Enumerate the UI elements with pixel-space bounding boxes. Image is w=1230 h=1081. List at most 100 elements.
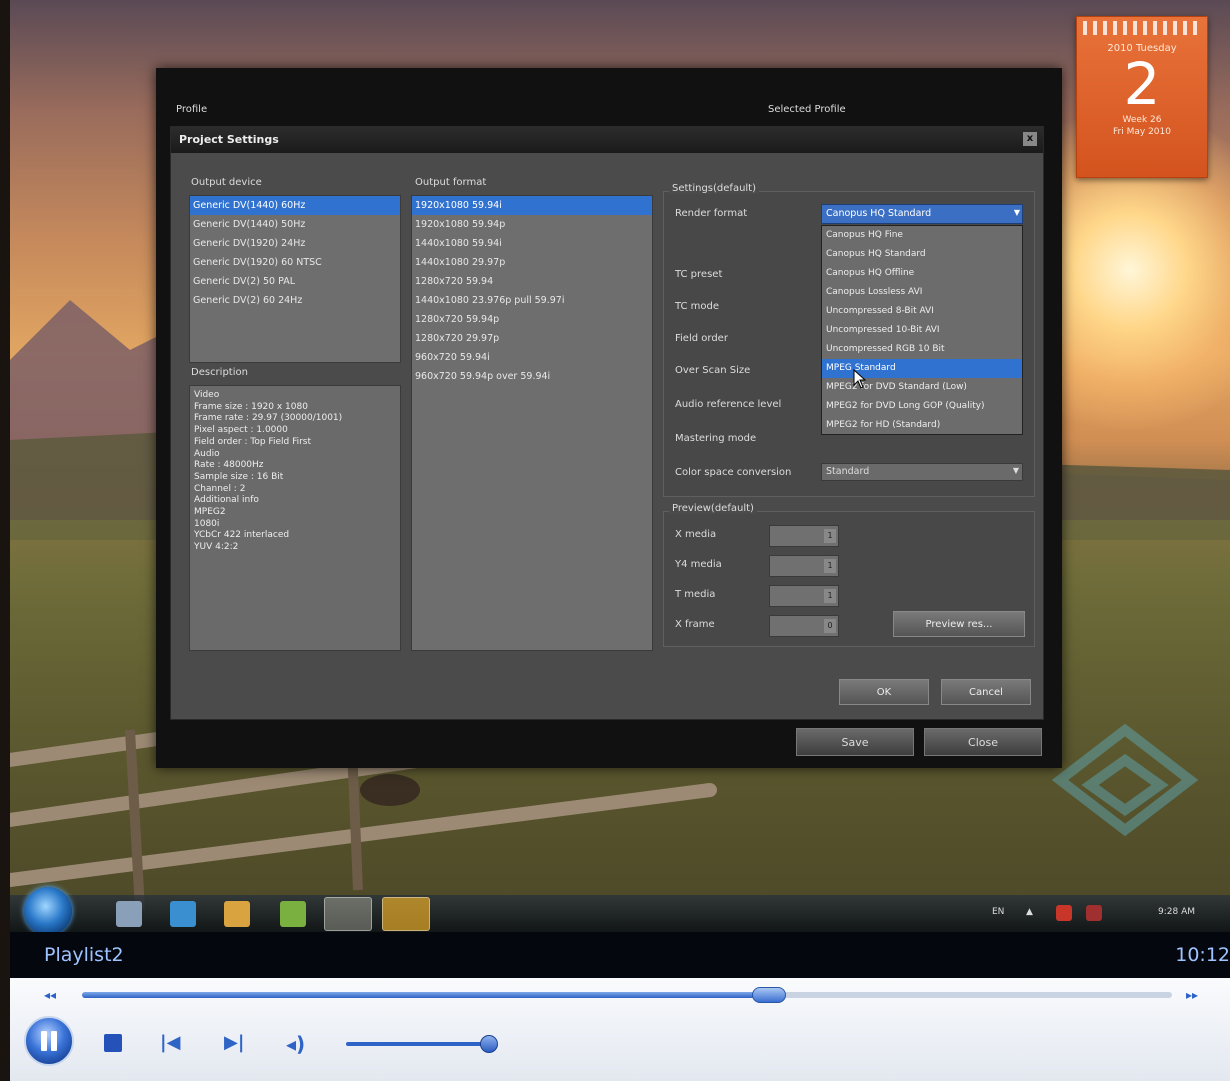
pause-icon xyxy=(41,1031,47,1051)
preview-spinner[interactable]: 0 xyxy=(769,615,839,637)
app-taskbar-icon[interactable] xyxy=(382,897,430,931)
render-format-option-item[interactable]: MPEG2 for DVD Long GOP (Quality) xyxy=(822,397,1022,416)
output-device-item[interactable]: Generic DV(2) 50 PAL xyxy=(190,272,400,291)
project-settings-dialog: Project Settings x Output device Generic… xyxy=(170,126,1044,720)
output-format-item[interactable]: 1920x1080 59.94p xyxy=(412,215,652,234)
color-space-select[interactable]: Standard ▼ xyxy=(821,463,1023,481)
description-line: Frame size : 1920 x 1080 xyxy=(194,401,308,412)
render-format-option-item[interactable]: Canopus HQ Offline xyxy=(822,264,1022,283)
explorer-icon[interactable] xyxy=(116,901,142,927)
seek-bar[interactable] xyxy=(82,987,1172,1003)
setting-row-label: Mastering mode xyxy=(675,433,757,444)
preview-spinner[interactable]: 1 xyxy=(769,525,839,547)
volume-slider[interactable] xyxy=(346,1035,498,1053)
render-format-option-item[interactable]: Canopus HQ Fine xyxy=(822,226,1022,245)
playlist-title: Playlist2 xyxy=(44,944,124,966)
render-format-option-item[interactable]: MPEG Standard xyxy=(822,359,1022,378)
stop-icon[interactable] xyxy=(104,1034,122,1052)
now-playing-bar: Playlist2 10:12 xyxy=(10,932,1230,978)
output-device-list[interactable]: Generic DV(1440) 60Hz Generic DV(1440) 50… xyxy=(189,195,401,363)
description-label: Description xyxy=(191,367,248,378)
output-device-item[interactable]: Generic DV(1440) 60Hz xyxy=(190,196,400,215)
output-format-list[interactable]: 1920x1080 59.94i 1920x1080 59.94p 1440x108… xyxy=(411,195,653,651)
browser-icon[interactable] xyxy=(170,901,196,927)
render-format-option-item[interactable]: Uncompressed 10-Bit AVI xyxy=(822,321,1022,340)
description-line: Frame rate : 29.97 (30000/1001) xyxy=(194,413,343,424)
render-format-dropdown[interactable]: Canopus HQ Fine Canopus HQ Standard Canopu… xyxy=(821,225,1023,435)
calendar-date: Fri May 2010 xyxy=(1113,127,1171,137)
close-button[interactable]: Close xyxy=(924,728,1042,756)
previous-icon[interactable]: |◀ xyxy=(160,1032,180,1053)
start-orb-icon[interactable] xyxy=(24,887,72,935)
output-format-item[interactable]: 960x720 59.94i xyxy=(412,348,652,367)
spinner-value: 1 xyxy=(824,529,836,543)
preview-row-label: T media xyxy=(675,589,716,600)
output-format-label: Output format xyxy=(415,177,487,188)
volume-tray-icon[interactable] xyxy=(1086,905,1102,921)
watermark-logo-icon xyxy=(1051,723,1199,837)
render-format-option-item[interactable]: Uncompressed RGB 10 Bit xyxy=(822,340,1022,359)
ok-button[interactable]: OK xyxy=(839,679,929,705)
fast-forward-icon[interactable]: ▸▸ xyxy=(1186,988,1198,1002)
output-device-item[interactable]: Generic DV(1920) 24Hz xyxy=(190,234,400,253)
calendar-day: 2 xyxy=(1123,50,1161,118)
setting-row-label: Field order xyxy=(675,333,728,344)
preview-resolution-button[interactable]: Preview res... xyxy=(893,611,1025,637)
seek-bar-fill xyxy=(82,992,769,998)
output-format-item[interactable]: 1280x720 59.94 xyxy=(412,272,652,291)
render-format-option-item[interactable]: Canopus Lossless AVI xyxy=(822,283,1022,302)
render-format-option-item[interactable]: MPEG2 for DVD Standard (Low) xyxy=(822,378,1022,397)
output-format-item[interactable]: 1440x1080 29.97p xyxy=(412,253,652,272)
description-line: YUV 4:2:2 xyxy=(194,542,239,553)
output-device-label: Output device xyxy=(191,177,262,188)
network-icon[interactable] xyxy=(1056,905,1072,921)
dialog-title: Project Settings xyxy=(179,133,279,146)
description-line: Video xyxy=(194,390,220,400)
rewind-icon[interactable]: ◂◂ xyxy=(44,988,56,1002)
render-format-value: Canopus HQ Standard xyxy=(826,208,932,219)
tray-language[interactable]: EN xyxy=(992,907,1004,917)
calendar-rings xyxy=(1083,21,1201,35)
description-box: Video Frame size : 1920 x 1080 Frame rate … xyxy=(189,385,401,651)
setting-row-label: TC mode xyxy=(675,301,720,312)
cancel-button[interactable]: Cancel xyxy=(941,679,1031,705)
output-format-item[interactable]: 1280x720 59.94p xyxy=(412,310,652,329)
media-icon[interactable] xyxy=(280,901,306,927)
output-device-item[interactable]: Generic DV(2) 60 24Hz xyxy=(190,291,400,310)
output-format-item[interactable]: 960x720 59.94p over 59.94i xyxy=(412,367,652,386)
preview-spinner[interactable]: 1 xyxy=(769,555,839,577)
render-format-option-item[interactable]: Canopus HQ Standard xyxy=(822,245,1022,264)
render-format-label: Render format xyxy=(675,208,748,219)
calendar-week: Week 26 xyxy=(1122,115,1162,125)
pause-button[interactable] xyxy=(24,1016,74,1066)
chevron-down-icon: ▼ xyxy=(1012,466,1019,475)
output-device-item[interactable]: Generic DV(1920) 60 NTSC xyxy=(190,253,400,272)
output-format-item[interactable]: 1920x1080 59.94i xyxy=(412,196,652,215)
close-icon[interactable]: x xyxy=(1023,132,1037,146)
render-format-option-item[interactable]: MPEG2 for HD (Standard) xyxy=(822,416,1022,435)
preview-spinner[interactable]: 1 xyxy=(769,585,839,607)
render-format-option-item[interactable]: Uncompressed 8-Bit AVI xyxy=(822,302,1022,321)
seek-thumb[interactable] xyxy=(751,987,786,1003)
save-button[interactable]: Save xyxy=(796,728,914,756)
color-space-value: Standard xyxy=(826,466,870,477)
output-device-item[interactable]: Generic DV(1440) 50Hz xyxy=(190,215,400,234)
tray-clock[interactable]: 9:28 AM xyxy=(1158,907,1195,917)
setting-row-label: Audio reference level xyxy=(675,399,782,410)
folder-icon[interactable] xyxy=(224,901,250,927)
mouse-cursor-icon xyxy=(853,369,867,389)
output-format-item[interactable]: 1440x1080 23.976p pull 59.97i xyxy=(412,291,652,310)
edius-taskbar-icon[interactable] xyxy=(324,897,372,931)
description-line: 1080i xyxy=(194,518,220,529)
output-format-item[interactable]: 1280x720 29.97p xyxy=(412,329,652,348)
preview-row-label: Y4 media xyxy=(675,559,722,570)
output-format-item[interactable]: 1440x1080 59.94i xyxy=(412,234,652,253)
render-format-select[interactable]: Canopus HQ Standard ▼ xyxy=(821,204,1023,224)
tray-expand-icon[interactable]: ▲ xyxy=(1026,907,1033,917)
volume-thumb[interactable] xyxy=(479,1035,498,1053)
description-line: MPEG2 xyxy=(194,507,226,518)
calendar-gadget: 2010 Tuesday 2 Week 26 Fri May 2010 xyxy=(1076,16,1208,178)
volume-icon[interactable]: ◂) xyxy=(286,1032,305,1056)
next-icon[interactable]: ▶| xyxy=(224,1032,244,1053)
dialog-title-bar: Project Settings x xyxy=(171,127,1043,153)
